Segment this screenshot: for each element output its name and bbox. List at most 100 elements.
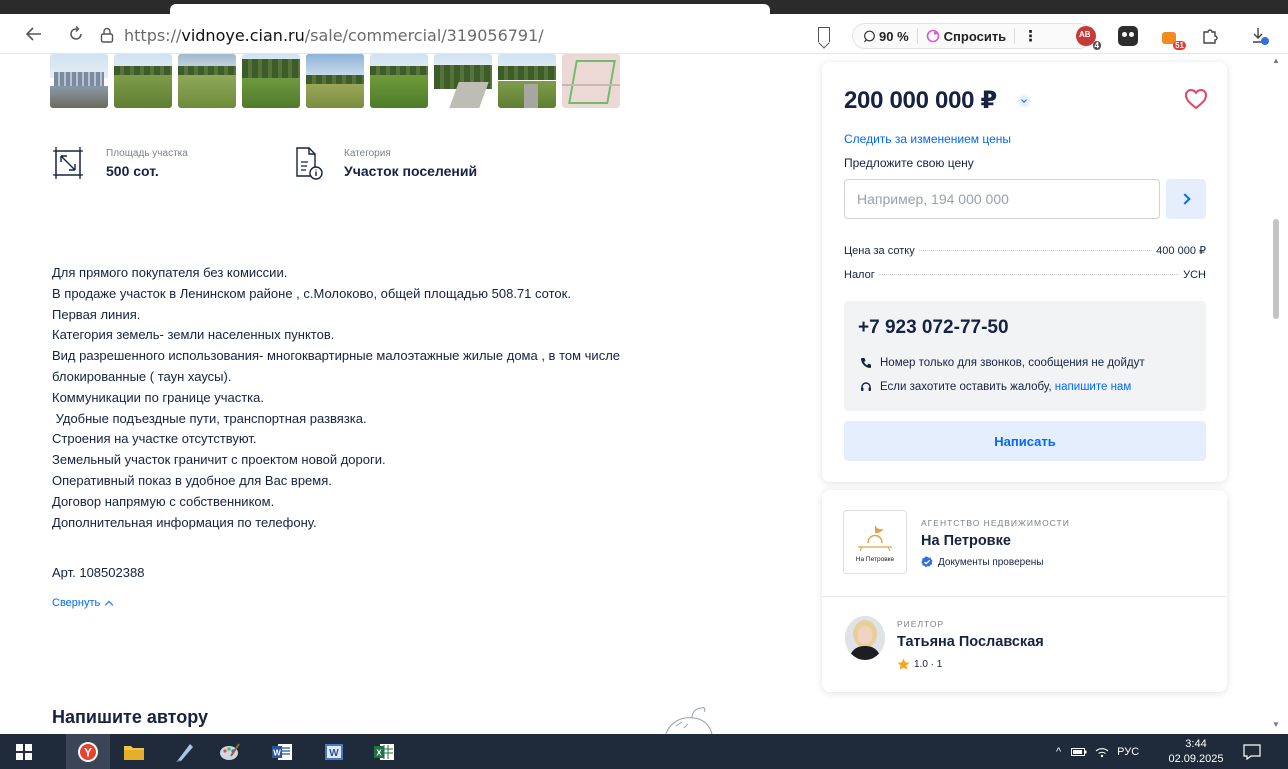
search-chat-icon [864,30,875,42]
row-key: Налог [844,269,875,281]
bookmark-icon[interactable] [818,27,830,42]
photo-thumbnail[interactable] [50,54,108,108]
row-value: 400 000 ₽ [1156,245,1206,257]
notification-center-icon[interactable] [1240,740,1264,764]
favorite-heart-icon[interactable] [1184,88,1208,110]
feature-area: Площадь участка 500 сот. [52,146,188,180]
chevron-up-icon [105,600,114,609]
price-per-sotka-row: Цена за сотку 400 000 ₽ [844,244,1206,257]
write-message-button[interactable]: Написать [844,421,1206,461]
description-line: Первая линия. [52,306,141,322]
photo-thumbnail[interactable] [498,54,556,108]
area-icon [53,147,83,179]
adblock-extension-icon[interactable]: AB 4 [1076,26,1101,50]
active-tab-edge [170,4,770,14]
offer-submit-button[interactable] [1166,179,1206,219]
chevron-right-icon [1178,193,1191,205]
watch-price-link[interactable]: Следить за изменением цены [844,132,1011,146]
photo-thumbnail-map[interactable] [562,54,620,108]
photo-thumbnail-strip [50,54,620,108]
url-text: https://vidnoye.cian.ru/sale/commercial/… [124,25,544,45]
agency-name[interactable]: На Петровке [921,533,1011,549]
collapse-label: Свернуть [52,597,101,609]
agency-logo[interactable]: На Петровке [843,510,907,574]
photo-thumbnail-selected[interactable] [306,54,364,108]
complaint-note: Если захотите оставить жалобу, напишите … [860,381,1131,393]
description-line: блокированные ( таун хаусы). [52,368,232,384]
star-icon [897,658,910,670]
ai-ask-icon [926,29,939,43]
keyboard-language[interactable]: РУС [1117,746,1139,758]
documents-verified-badge: Документы проверены [921,556,1043,568]
photo-thumbnail[interactable] [434,54,492,108]
extension-mask-icon[interactable] [1118,26,1138,46]
description-line: Вид разрешенного использования- многоква… [52,348,621,364]
description-line: Строения на участке отсутствуют. [52,431,257,447]
realtor-rating: 1.0 · 1 [897,658,942,671]
write-us-link[interactable]: напишите нам [1055,381,1131,393]
photo-thumbnail[interactable] [114,54,172,108]
zoom-and-ask-pill[interactable]: 90 % Спросить ⋮ [852,23,1092,49]
scrollbar-thumb[interactable] [1273,219,1279,319]
taskbar-clock[interactable]: 3:44 02.09.2025 [1166,737,1226,767]
back-button[interactable] [22,22,46,46]
clock-time: 3:44 [1185,738,1207,750]
agent-card: На Петровке АГЕНТСТВО НЕДВИЖИМОСТИ На Пе… [822,490,1227,692]
scroll-up-icon[interactable]: ▲ [1272,56,1280,65]
headset-icon [861,382,871,391]
feature-label: Площадь участка [106,148,188,159]
ask-button[interactable]: Спросить [944,29,1007,44]
card-divider [822,596,1227,597]
taskbar-word-icon[interactable]: W [270,740,294,764]
listing-description: Для прямого покупателя без комиссии. В п… [52,263,752,533]
browser-toolbar: https://vidnoye.cian.ru/sale/commercial/… [0,14,1288,54]
reload-button[interactable] [64,22,88,46]
windows-start-icon[interactable] [12,740,36,764]
agency-overline: АГЕНТСТВО НЕДВИЖИМОСТИ [921,518,1070,528]
battery-icon[interactable] [1071,747,1087,757]
svg-text:W: W [273,749,281,758]
taskbar-yandex-browser-icon[interactable]: Y [66,734,110,769]
photo-thumbnail[interactable] [370,54,428,108]
zoom-level[interactable]: 90 % [879,29,909,44]
extension-puzzle-icon[interactable] [1200,26,1220,46]
system-tray: ^ РУС [1056,734,1139,769]
scroll-down-icon[interactable]: ▼ [1272,720,1280,729]
taskbar-wordpad-icon[interactable]: W [322,740,346,764]
offer-price-label: Предложите свою цену [844,156,974,170]
tray-expand-icon[interactable]: ^ [1056,746,1061,758]
row-value: УСН [1183,269,1206,281]
address-bar[interactable]: https://vidnoye.cian.ru/sale/commercial/… [100,22,800,48]
photo-thumbnail[interactable] [178,54,236,108]
realtor-avatar[interactable] [845,616,885,660]
realtor-name[interactable]: Татьяна Пославская [897,634,1044,650]
write-author-heading: Напишите автору [52,707,209,727]
page-scrollbar[interactable]: ▲ ▼ [1270,54,1282,734]
taskbar-excel-icon[interactable]: X [372,740,396,764]
svg-text:W: W [329,748,339,759]
taskbar-file-explorer-icon[interactable] [122,740,146,764]
feature-value: Участок поселений [344,163,478,179]
verified-check-icon [921,556,933,568]
description-line: Земельный участок граничит с проектом но… [52,452,386,468]
price-dropdown-chevron-icon[interactable] [1018,95,1030,107]
description-line: Дополнительная информация по телефону. [52,514,317,530]
description-line: Договор напрямую с собственником. [52,493,275,509]
taskbar-notes-icon[interactable] [172,740,196,764]
phone-number[interactable]: +7 923 072-77-50 [858,317,1009,339]
description-line: Оперативный показ в удобное для Вас врем… [52,472,332,488]
downloads-icon[interactable] [1250,26,1270,46]
clock-date: 02.09.2025 [1168,753,1224,765]
taskbar-paint-icon[interactable] [218,740,242,764]
back-arrow-icon [26,27,41,41]
more-menu-icon[interactable]: ⋮ [1023,27,1038,45]
description-line: Категория земель- земли населенных пункт… [52,327,335,343]
svg-text:X: X [376,749,382,758]
photo-thumbnail[interactable] [242,54,300,108]
collapse-link[interactable]: Свернуть [52,597,114,609]
wifi-icon[interactable] [1095,746,1109,758]
realtor-overline: РИЕЛТОР [897,619,945,629]
offer-price-input[interactable] [844,179,1160,219]
feature-label: Категория [344,148,391,159]
extension-bag-icon[interactable]: 51 [1160,26,1186,50]
